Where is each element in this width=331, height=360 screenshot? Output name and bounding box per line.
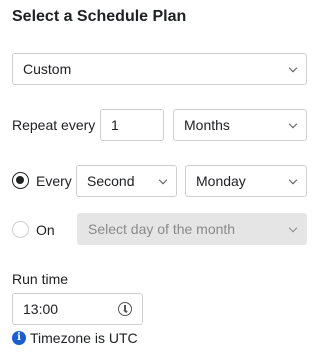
schedule-plan-panel: Select a Schedule Plan Custom Repeat eve… — [0, 0, 331, 360]
plan-select[interactable]: Custom — [12, 53, 307, 85]
plan-select-value: Custom — [23, 61, 72, 77]
chevron-down-icon — [288, 175, 298, 185]
clock-icon[interactable] — [118, 302, 132, 316]
ordinal-select[interactable]: Second — [76, 165, 177, 197]
on-radio[interactable] — [12, 221, 29, 238]
ordinal-value: Second — [87, 173, 135, 189]
repeat-unit-value: Months — [184, 117, 230, 133]
on-label: On — [36, 222, 55, 238]
page-title: Select a Schedule Plan — [12, 8, 187, 25]
repeat-every-label: Repeat every — [12, 117, 96, 133]
chevron-down-icon — [158, 175, 168, 185]
weekday-value: Monday — [196, 173, 246, 189]
chevron-down-icon — [288, 119, 298, 129]
chevron-down-icon — [288, 63, 298, 73]
day-of-month-select[interactable]: Select day of the month — [77, 213, 307, 245]
repeat-count-value: 1 — [111, 117, 119, 133]
every-label: Every — [36, 173, 72, 189]
weekday-select[interactable]: Monday — [185, 165, 307, 197]
day-of-month-placeholder: Select day of the month — [88, 221, 236, 237]
repeat-count-input[interactable]: 1 — [100, 109, 164, 141]
run-time-input[interactable]: 13:00 — [12, 293, 143, 325]
chevron-down-icon — [288, 223, 298, 233]
run-time-value: 13:00 — [23, 301, 59, 317]
run-time-label: Run time — [12, 271, 69, 287]
timezone-note: Timezone is UTC — [30, 330, 138, 346]
repeat-unit-select[interactable]: Months — [173, 109, 307, 141]
info-icon: i — [12, 331, 26, 345]
every-radio[interactable] — [12, 172, 29, 189]
